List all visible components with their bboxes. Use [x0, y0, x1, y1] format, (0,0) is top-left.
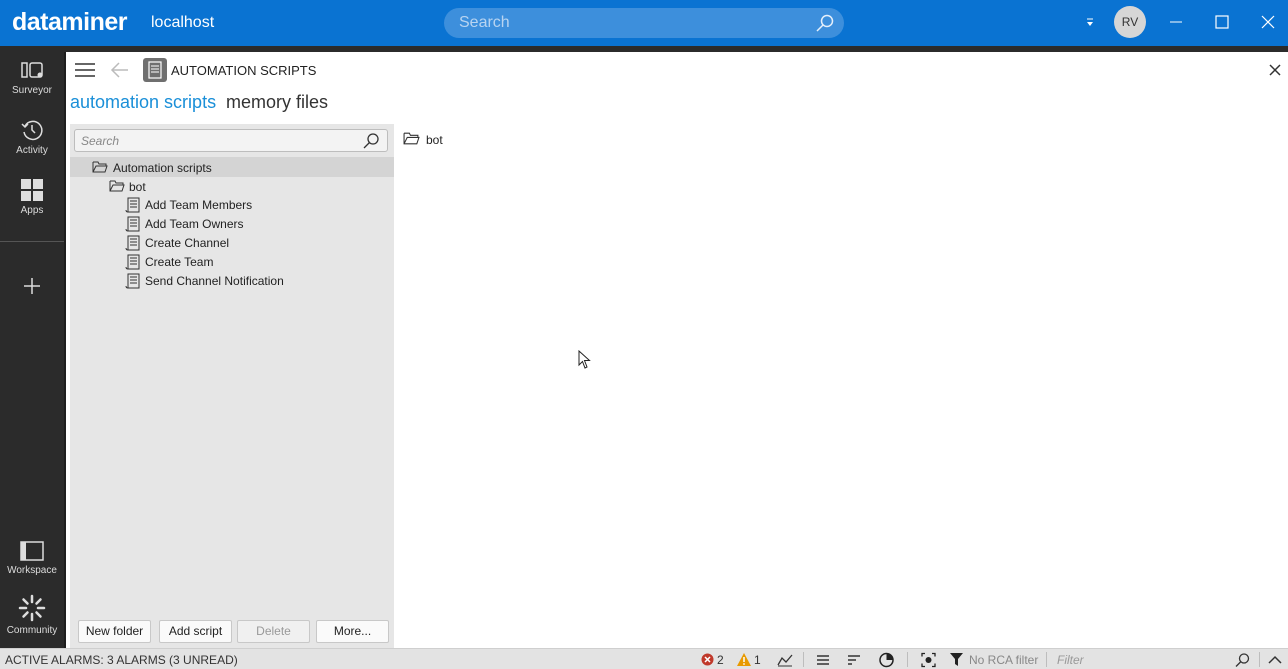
tree-node-script[interactable]: Add Team Owners — [125, 216, 325, 234]
nav-border — [64, 52, 66, 648]
nav-item-activity[interactable]: Activity — [0, 118, 64, 156]
tab-memory-files[interactable]: memory files — [226, 92, 328, 113]
folder-open-icon — [403, 132, 420, 145]
nav-item-apps[interactable]: Apps — [0, 178, 64, 216]
trend-icon[interactable] — [777, 652, 793, 668]
rca-filter[interactable]: No RCA filter — [950, 652, 1040, 668]
status-bar: ACTIVE ALARMS: 3 ALARMS (3 UNREAD) 2 1 N… — [0, 648, 1288, 669]
tree-search-input[interactable]: Search — [74, 129, 388, 152]
tree-node-script[interactable]: Send Channel Notification — [125, 273, 345, 291]
add-nav-button[interactable] — [0, 276, 64, 299]
sort-icon[interactable] — [847, 652, 861, 668]
tree-node-script[interactable]: Add Team Members — [125, 197, 325, 215]
left-nav: Surveyor Activity Apps Workspace Communi… — [0, 52, 64, 648]
critical-count-label: 2 — [717, 653, 724, 667]
rca-filter-label: No RCA filter — [969, 653, 1039, 667]
plus-icon — [24, 278, 40, 294]
focus-icon[interactable] — [921, 652, 936, 668]
global-search-input[interactable]: Search — [444, 8, 844, 38]
workspace-icon — [20, 541, 44, 561]
close-window-icon[interactable] — [1258, 12, 1278, 32]
status-filter-input[interactable]: Filter — [1057, 653, 1084, 667]
apps-icon — [21, 179, 43, 201]
nav-item-workspace[interactable]: Workspace — [0, 540, 64, 576]
brand-logo: dataminer — [12, 8, 127, 36]
critical-alarm-count[interactable]: 2 — [701, 652, 729, 668]
close-icon[interactable] — [1268, 63, 1282, 77]
tree-node-folder[interactable]: bot — [109, 179, 229, 197]
tree-node-label: Create Team — [145, 255, 214, 269]
critical-alarm-icon — [701, 653, 714, 666]
script-icon — [125, 197, 140, 213]
tree-node-script[interactable]: Create Channel — [125, 235, 325, 253]
warning-icon — [737, 653, 751, 666]
status-separator — [907, 652, 908, 667]
list-view-icon[interactable] — [816, 652, 830, 668]
filter-icon — [950, 653, 963, 666]
module-header: AUTOMATION SCRIPTS — [66, 52, 1288, 88]
host-name: localhost — [151, 14, 215, 31]
user-avatar[interactable]: RV — [1114, 6, 1146, 38]
tree-node-root[interactable]: Automation scripts — [92, 160, 292, 178]
top-bar: dataminer localhost Search RV — [0, 0, 1288, 46]
back-arrow-icon[interactable] — [110, 61, 130, 79]
nav-label-surveyor: Surveyor — [11, 85, 52, 96]
chevron-up-icon[interactable] — [1267, 652, 1283, 668]
folder-item[interactable]: bot — [403, 131, 443, 149]
add-script-button[interactable]: Add script — [159, 620, 232, 643]
tree-node-script[interactable]: Create Team — [125, 254, 325, 272]
mouse-cursor-icon — [578, 350, 591, 369]
active-alarms-text[interactable]: ACTIVE ALARMS: 3 ALARMS (3 UNREAD) — [5, 653, 238, 667]
search-icon[interactable] — [1235, 652, 1250, 668]
automation-scripts-app-icon — [143, 58, 167, 82]
status-separator — [1046, 652, 1047, 667]
tree-search-placeholder: Search — [81, 134, 120, 148]
tree-node-label: Automation scripts — [113, 161, 212, 175]
dropdown-icon[interactable] — [1085, 16, 1095, 28]
nav-label-apps: Apps — [20, 205, 44, 216]
tab-automation-scripts[interactable]: automation scripts — [70, 92, 216, 113]
global-search-placeholder: Search — [459, 14, 510, 31]
folder-open-icon — [92, 161, 108, 173]
nav-separator — [0, 241, 64, 242]
script-icon — [125, 273, 140, 289]
status-separator — [1259, 652, 1260, 667]
community-icon — [18, 594, 46, 622]
activity-icon — [21, 120, 43, 141]
status-separator — [803, 652, 804, 667]
search-icon[interactable] — [362, 132, 380, 150]
script-icon — [125, 235, 140, 251]
pie-chart-icon[interactable] — [879, 652, 894, 668]
script-icon — [125, 254, 140, 270]
folder-item-label: bot — [426, 133, 443, 147]
nav-label-community: Community — [6, 625, 58, 636]
tree-node-label: Send Channel Notification — [145, 274, 284, 288]
tree-node-label: Add Team Members — [145, 198, 253, 212]
nav-label-activity: Activity — [16, 145, 48, 156]
tree-node-label: bot — [129, 180, 146, 194]
more-button[interactable]: More... — [316, 620, 389, 643]
tree-node-label: Add Team Owners — [145, 217, 244, 231]
nav-item-surveyor[interactable]: Surveyor — [0, 60, 64, 96]
delete-button[interactable]: Delete — [237, 620, 310, 643]
page-title: AUTOMATION SCRIPTS — [171, 63, 317, 78]
minimize-icon[interactable] — [1166, 12, 1186, 32]
warning-count-label: 1 — [754, 653, 761, 667]
maximize-icon[interactable] — [1212, 12, 1232, 32]
script-icon — [125, 216, 140, 232]
nav-label-workspace: Workspace — [7, 565, 57, 576]
hamburger-menu-icon[interactable] — [74, 62, 96, 78]
warning-alarm-count[interactable]: 1 — [737, 652, 763, 668]
search-icon[interactable] — [815, 13, 835, 33]
script-tree-panel: Search Automation scripts bot Add Team M… — [70, 124, 394, 648]
new-folder-button[interactable]: New folder — [78, 620, 151, 643]
surveyor-icon — [21, 62, 43, 78]
tree-node-label: Create Channel — [145, 236, 230, 250]
folder-open-icon — [109, 180, 125, 192]
nav-item-community[interactable]: Community — [0, 594, 64, 636]
